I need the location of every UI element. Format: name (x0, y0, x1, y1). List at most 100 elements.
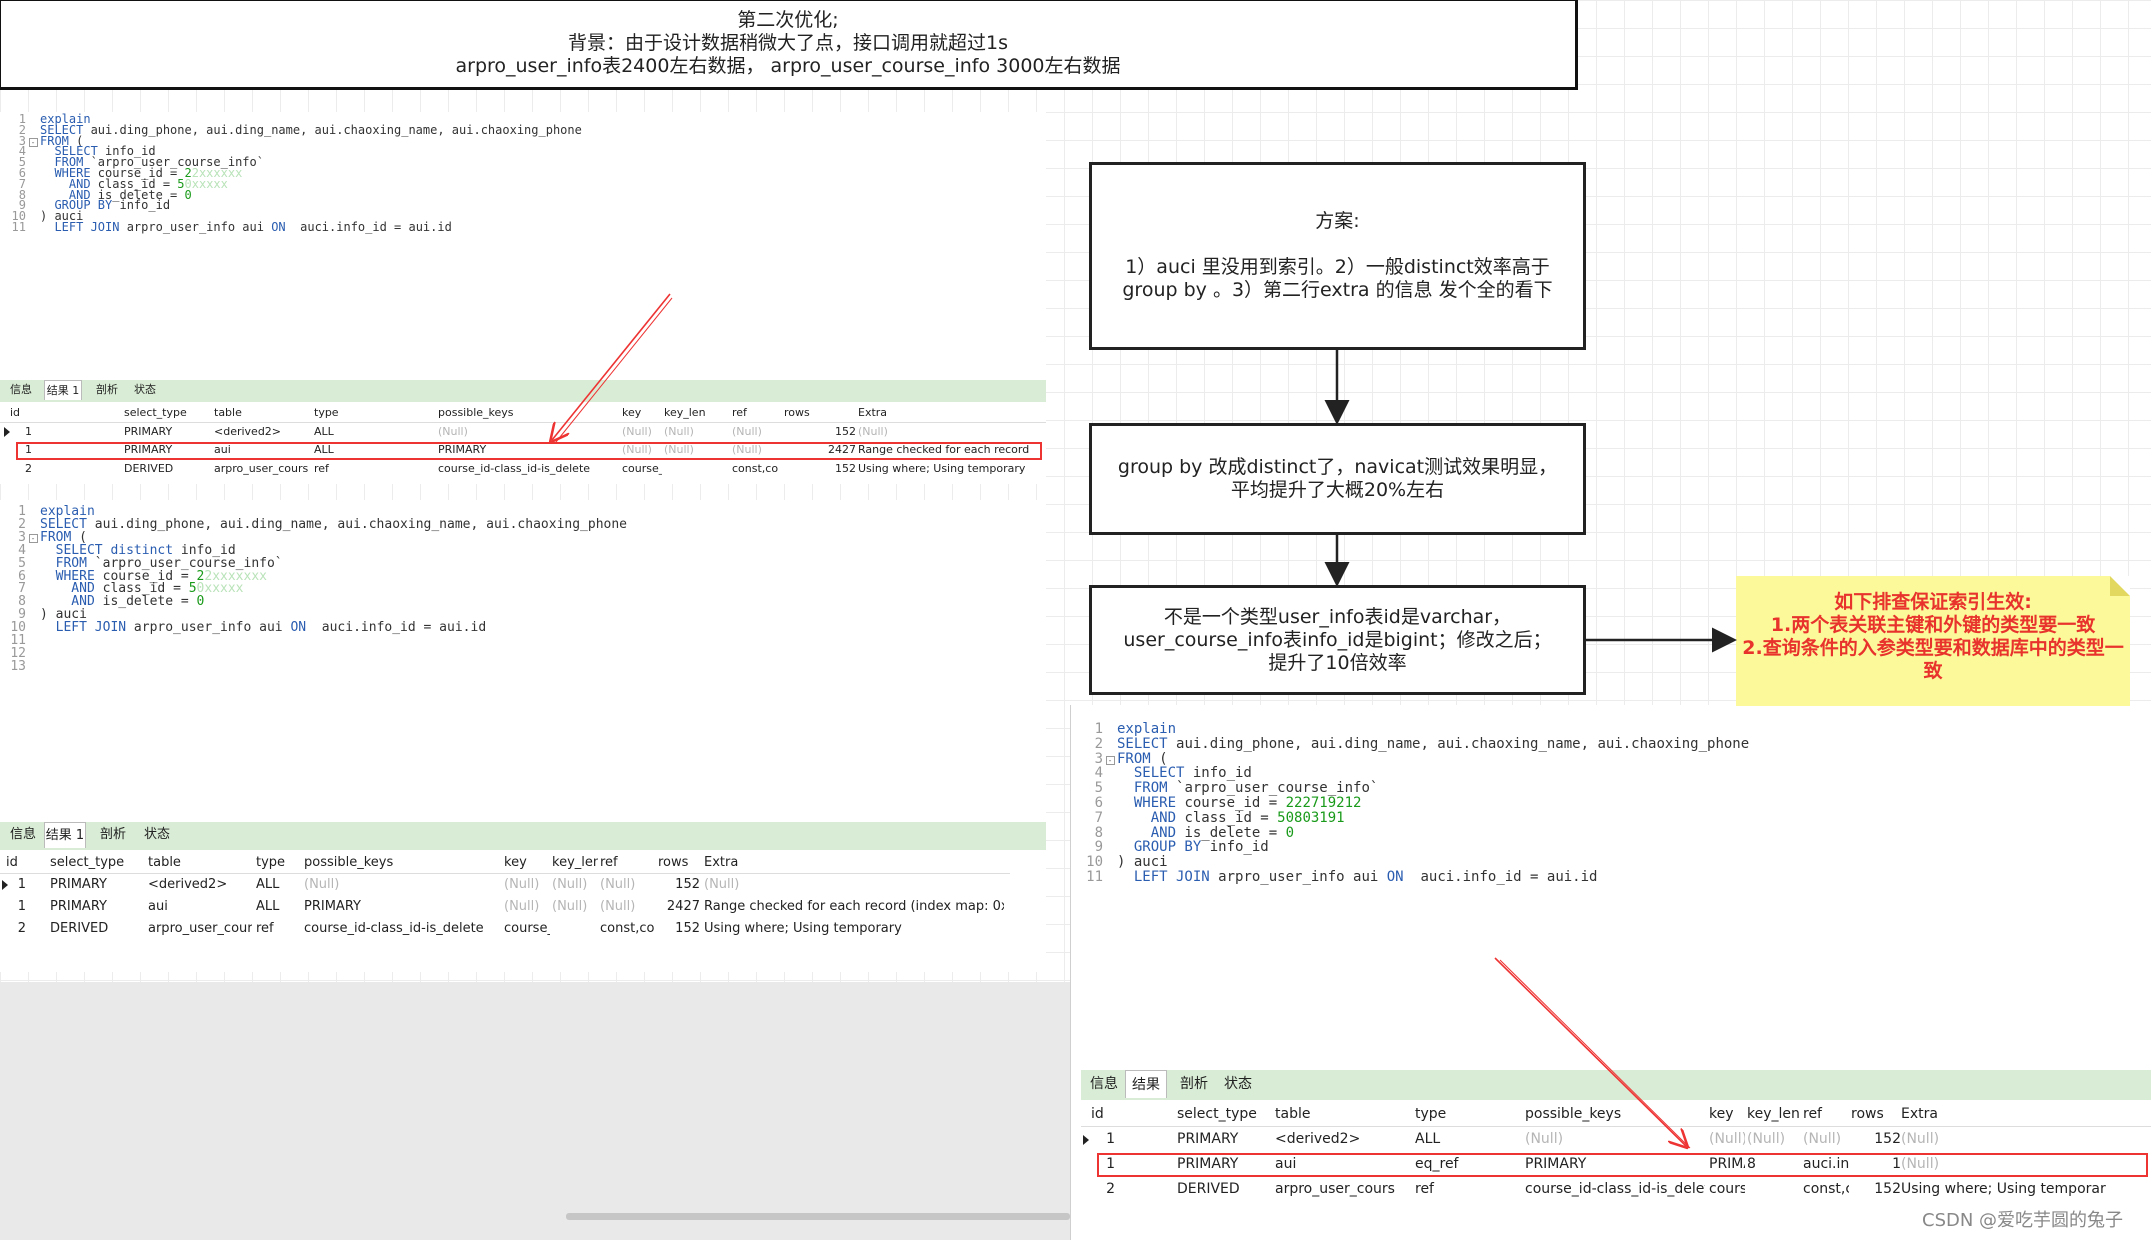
column-header[interactable]: table (1275, 1102, 1411, 1127)
results-tab[interactable]: 状态 (1217, 1070, 1259, 1098)
flow-box-type-mismatch: 不是一个类型user_info表id是varchar，user_course_i… (1089, 585, 1586, 695)
column-header[interactable]: key (504, 852, 550, 874)
column-header[interactable]: possible_keys (438, 404, 618, 423)
results-tab[interactable]: 信息 (1083, 1070, 1125, 1098)
column-header[interactable]: possible_keys (1525, 1102, 1705, 1127)
column-header[interactable]: id (6, 852, 26, 874)
code-line: 7 AND class_id = 50803191 (1071, 810, 1345, 826)
code-token: LEFT JOIN (40, 620, 134, 636)
line-number: 1 (1094, 721, 1103, 737)
results-tab[interactable]: 信息 (2, 822, 44, 848)
table-cell: const,co (732, 461, 779, 475)
table-row[interactable]: 1 PRIMARY aui ALL PRIMARY (Null) (Null) (Null) 2… (0, 896, 1010, 918)
column-header[interactable]: ref (600, 852, 656, 874)
table-row[interactable]: 2 DERIVED arpro_user_cours ref course_id-cla… (1081, 1177, 2151, 1202)
table-cell: (Null) (600, 899, 636, 914)
column-header[interactable]: Extra (858, 404, 1042, 423)
code-token: is_delete = (1184, 824, 1286, 841)
table-cell: ALL (314, 424, 334, 438)
code-line: 2 SELECT aui.ding_phone, aui.ding_name, a… (1071, 736, 1750, 752)
table-cell: (Null) (304, 877, 340, 892)
results-tab[interactable]: 结果 1 (1125, 1070, 1167, 1121)
sql-editor-2[interactable]: 1 explain 2 SELECT aui.ding_phone, aui.ding… (0, 504, 1046, 804)
code-token: WHERE (1117, 795, 1185, 811)
results-tab[interactable]: 剖析 (88, 380, 126, 400)
results-tab[interactable]: 结果 1 (44, 380, 82, 400)
table-cell: (Null) (1525, 1131, 1564, 1147)
column-header[interactable]: table (214, 404, 310, 423)
grid-header: id select_type table type possible_keys key ke… (0, 852, 1010, 874)
column-header[interactable]: ref (1803, 1102, 1849, 1127)
column-header[interactable]: id (10, 404, 32, 423)
column-header[interactable]: type (314, 404, 434, 423)
highlight-box (16, 442, 1042, 460)
column-header[interactable]: possible_keys (304, 852, 500, 874)
sql-editor-3[interactable]: 1 explain 2 SELECT aui.ding_phone, aui.ding… (1071, 713, 2151, 1073)
code-token: class_id = (1184, 809, 1278, 826)
table-cell: 1 (1106, 1131, 1115, 1147)
fold-toggle-icon[interactable]: - (1105, 755, 1115, 765)
table-cell: (Null) (600, 877, 636, 892)
column-header[interactable]: Extra (704, 852, 1004, 874)
column-header[interactable]: rows (1851, 1102, 1901, 1127)
table-row[interactable]: 2 DERIVED arpro_user_cours ref course_id-cla… (0, 918, 1010, 940)
column-header[interactable]: key_len (552, 852, 598, 874)
table-cell: 152 (835, 424, 856, 438)
table-cell: ALL (256, 899, 280, 914)
column-header[interactable]: key_len (664, 404, 726, 423)
column-header[interactable]: key (622, 404, 662, 423)
column-header[interactable]: rows (784, 404, 856, 423)
current-row-icon (1083, 1134, 1089, 1145)
fold-gutter[interactable]: - (1103, 751, 1117, 767)
flow-box-plan: 方案: 1）auci 里没用到索引。2）一般distinct效率高于group … (1089, 162, 1586, 350)
column-header[interactable]: ref (732, 404, 782, 423)
results-tab[interactable]: 信息 (2, 380, 40, 400)
column-header[interactable]: table (148, 852, 252, 874)
header-line-2: 背景：由于设计数据稍微大了点，接口调用就超过1s (568, 32, 1008, 54)
table-row[interactable]: 1 PRIMARY <derived2> ALL (Null) (Null) (Null)(… (0, 423, 1046, 442)
results-tab[interactable]: 状态 (136, 822, 178, 848)
results-tab[interactable]: 剖析 (92, 822, 134, 848)
results-grid-1: id select_type table type possible_keys key ke… (0, 404, 1046, 484)
table-cell: course_17 (622, 461, 662, 475)
code-line: 10 LEFT JOIN arpro_user_info aui ON auci… (0, 620, 486, 635)
table-cell: (Null) (664, 424, 694, 438)
table-cell: Range checked for each record (index map… (704, 899, 1004, 914)
line-number: 7 (1094, 809, 1103, 826)
horizontal-scrollbar[interactable] (566, 1213, 1070, 1220)
table-cell: course_id-class_id-is_delete (304, 921, 484, 936)
table-row[interactable]: 2 DERIVED arpro_user_cours ref course_id-cla… (0, 460, 1046, 479)
column-header[interactable]: select_type (1177, 1102, 1273, 1127)
results-tab[interactable]: 剖析 (1173, 1070, 1215, 1098)
code-line: 9 GROUP BY info_id (1071, 839, 1269, 855)
line-number: 11 (11, 220, 26, 234)
code-token: explain (1117, 721, 1177, 737)
sql-editor-1[interactable]: 1 explain 2 SELECT aui.ding_phone, aui.ding… (0, 112, 1046, 380)
column-header[interactable]: key_len (1747, 1102, 1799, 1127)
code-token: 50803191 (1277, 809, 1345, 826)
column-header[interactable]: id (1091, 1102, 1115, 1127)
results-tab[interactable]: 状态 (126, 380, 164, 400)
column-header[interactable]: type (256, 852, 302, 874)
table-cell: (Null) (552, 899, 588, 914)
column-header[interactable]: select_type (124, 404, 212, 423)
note-fold-corner (2110, 576, 2130, 596)
table-cell: (Null) (1803, 1131, 1842, 1147)
code-token: ( (1159, 750, 1168, 767)
table-row[interactable]: 1 PRIMARY <derived2> ALL (Null) (Null) (Null)(… (1081, 1127, 2151, 1152)
column-header[interactable]: Extra (1901, 1102, 2151, 1127)
code-token: 0 (184, 187, 192, 202)
column-header[interactable]: select_type (50, 852, 144, 874)
table-cell: 152 (1874, 1131, 1901, 1147)
code-token: info_id (1209, 839, 1269, 856)
code-token: LEFT JOIN (1117, 869, 1219, 885)
table-row[interactable]: 1 PRIMARY <derived2> ALL (Null) (Null) (Null)(… (0, 874, 1010, 896)
column-header[interactable]: key (1709, 1102, 1745, 1127)
column-header[interactable]: type (1415, 1102, 1521, 1127)
table-cell: DERIVED (1177, 1181, 1240, 1197)
table-cell: (Null) (1709, 1131, 1745, 1147)
table-cell: <derived2> (214, 424, 282, 438)
results-tab[interactable]: 结果 1 (44, 822, 86, 848)
fold-toggle-icon[interactable]: - (28, 533, 38, 543)
column-header[interactable]: rows (658, 852, 700, 874)
